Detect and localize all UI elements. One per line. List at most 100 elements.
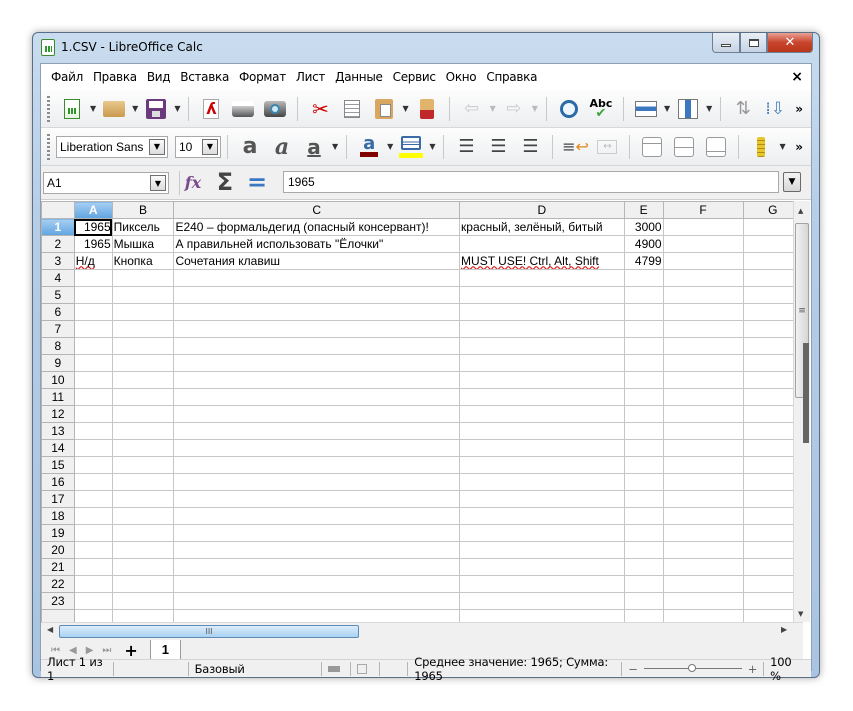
cell-a7[interactable] [73, 320, 113, 338]
cell-b15[interactable] [111, 456, 175, 474]
select-all-corner[interactable] [41, 201, 75, 219]
clone-formatting-button[interactable] [414, 96, 440, 122]
cell-c13[interactable] [173, 422, 461, 440]
row-header[interactable]: 11 [41, 388, 75, 406]
close-window-button[interactable]: ✕ [767, 33, 813, 53]
cell-f1[interactable] [662, 218, 744, 236]
cell-b22[interactable] [111, 575, 175, 593]
horizontal-scroll-thumb[interactable]: III [59, 625, 359, 638]
spreadsheet-grid[interactable]: A B C D E F G 1 1965 Пиксель E240 – формаль… [41, 201, 803, 622]
cell-c1[interactable]: E240 – формальдегид (опасный консервант)… [173, 218, 461, 236]
cell-c14[interactable] [173, 439, 461, 457]
cell-b7[interactable] [111, 320, 175, 338]
cell-f7[interactable] [662, 320, 744, 338]
expand-formula-bar-button[interactable]: ▼ [783, 172, 801, 192]
cell-d4[interactable] [459, 269, 625, 287]
cell-a13[interactable] [73, 422, 113, 440]
cell-d11[interactable] [459, 388, 625, 406]
toolbar-grip[interactable] [47, 133, 50, 160]
cell-b4[interactable] [111, 269, 175, 287]
cell-e13[interactable] [623, 422, 664, 440]
underline-button[interactable]: a [301, 134, 327, 160]
cell-d23[interactable] [459, 592, 625, 610]
cell-a6[interactable] [73, 303, 113, 321]
cell-c16[interactable] [173, 473, 461, 491]
new-dropdown-arrow[interactable]: ▼ [90, 104, 96, 113]
cell-f19[interactable] [662, 524, 744, 542]
cell-f5[interactable] [662, 286, 744, 304]
cell-c[interactable] [173, 609, 461, 622]
cell-e5[interactable] [623, 286, 664, 304]
cell-d19[interactable] [459, 524, 625, 542]
cell-b13[interactable] [111, 422, 175, 440]
cell-d9[interactable] [459, 354, 625, 372]
wrap-text-button[interactable]: ≡↩ [562, 134, 589, 160]
cell-c21[interactable] [173, 558, 461, 576]
cell-d[interactable] [459, 609, 625, 622]
cell-c3[interactable]: Сочетания клавиш [173, 252, 461, 270]
undo-dropdown-arrow[interactable]: ▼ [490, 104, 496, 113]
currency-format-button[interactable] [748, 134, 774, 160]
cell-d16[interactable] [459, 473, 625, 491]
cell-b16[interactable] [111, 473, 175, 491]
cell-c20[interactable] [173, 541, 461, 559]
save-dropdown-arrow[interactable]: ▼ [174, 104, 180, 113]
column-header-f[interactable]: F [662, 201, 744, 219]
cell-b[interactable] [111, 609, 175, 622]
cell-c2[interactable]: А правильней использовать "Ёлочки" [173, 235, 461, 253]
cell-a1[interactable]: 1965 [73, 218, 113, 236]
redo-dropdown-arrow[interactable]: ▼ [532, 104, 538, 113]
column-header-a[interactable]: A [73, 201, 113, 219]
row-header[interactable]: 23 [41, 592, 75, 610]
cell-c8[interactable] [173, 337, 461, 355]
row-header[interactable]: 14 [41, 439, 75, 457]
cell-e14[interactable] [623, 439, 664, 457]
cell-e19[interactable] [623, 524, 664, 542]
cell-e3[interactable]: 4799 [623, 252, 664, 270]
cell-d1[interactable]: красный, зелёный, битый [459, 218, 625, 236]
cell-b3[interactable]: Кнопка [111, 252, 175, 270]
cell-b6[interactable] [111, 303, 175, 321]
open-button[interactable] [101, 96, 127, 122]
cell-a11[interactable] [73, 388, 113, 406]
cell-d2[interactable] [459, 235, 625, 253]
cell-a22[interactable] [73, 575, 113, 593]
font-size-combo[interactable]: 10 ▼ [175, 135, 221, 158]
zoom-in-button[interactable]: + [748, 662, 758, 676]
currency-dropdown-arrow[interactable]: ▼ [779, 142, 785, 151]
cell-e10[interactable] [623, 371, 664, 389]
cell-e4[interactable] [623, 269, 664, 287]
cell-d21[interactable] [459, 558, 625, 576]
scroll-left-icon[interactable]: ◀ [47, 625, 53, 634]
cell-c7[interactable] [173, 320, 461, 338]
maximize-button[interactable] [740, 33, 767, 53]
menu-data[interactable]: Данные [330, 70, 387, 84]
row-header[interactable]: 8 [41, 337, 75, 355]
cell-c11[interactable] [173, 388, 461, 406]
cell-d8[interactable] [459, 337, 625, 355]
cell-b10[interactable] [111, 371, 175, 389]
cell-b17[interactable] [111, 490, 175, 508]
cell-e12[interactable] [623, 405, 664, 423]
scroll-up-icon[interactable]: ▲ [798, 207, 803, 215]
cell-b8[interactable] [111, 337, 175, 355]
zoom-slider-handle[interactable] [687, 664, 696, 672]
cell-d6[interactable] [459, 303, 625, 321]
cell-a8[interactable] [73, 337, 113, 355]
row-header[interactable]: 9 [41, 354, 75, 372]
new-spreadsheet-button[interactable] [59, 96, 85, 122]
cell-c6[interactable] [173, 303, 461, 321]
paste-button[interactable] [371, 96, 397, 122]
cell-f10[interactable] [662, 371, 744, 389]
column-header-c[interactable]: C [173, 201, 461, 219]
cell-b14[interactable] [111, 439, 175, 457]
column-header-e[interactable]: E [623, 201, 664, 219]
row-header[interactable]: 5 [41, 286, 75, 304]
cell-d20[interactable] [459, 541, 625, 559]
cell-a3[interactable]: Н/д [73, 252, 113, 270]
sidebar-collapse-handle[interactable] [803, 343, 809, 443]
selection-mode-indicator[interactable] [351, 661, 380, 676]
align-center-button[interactable]: ☰ [485, 134, 511, 160]
cell-e7[interactable] [623, 320, 664, 338]
cell-c12[interactable] [173, 405, 461, 423]
